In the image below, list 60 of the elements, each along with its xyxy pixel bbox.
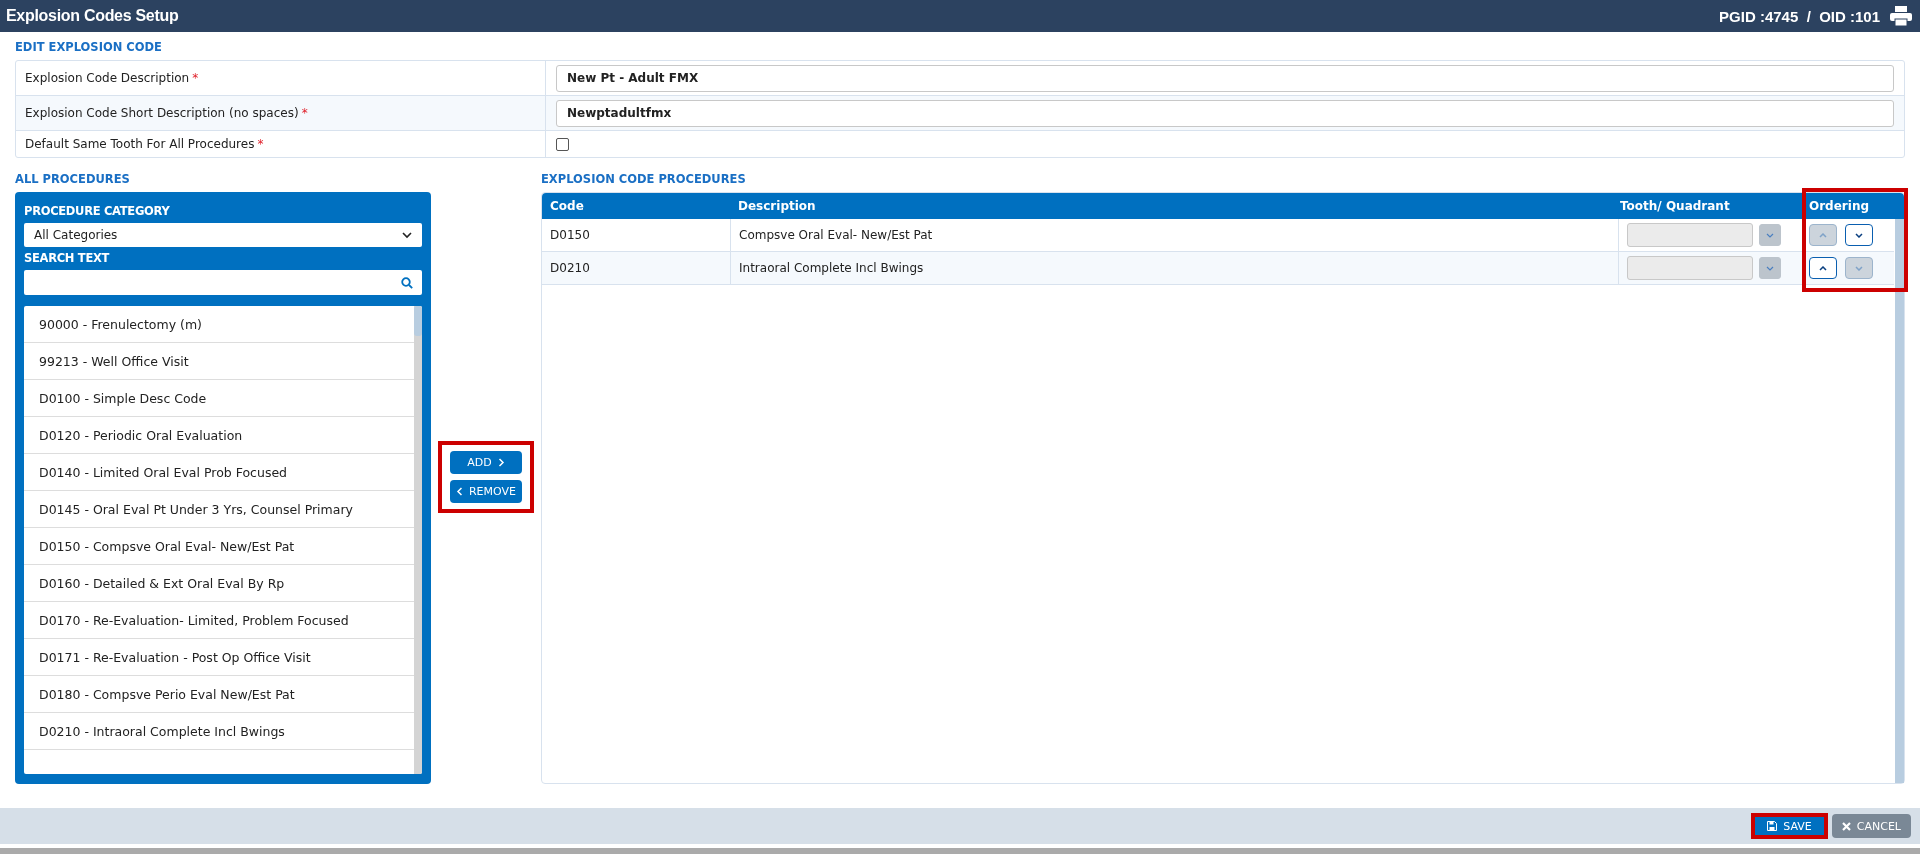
- chevron-down-icon: [1766, 265, 1774, 271]
- procedure-item[interactable]: D0145 - Oral Eval Pt Under 3 Yrs, Counsel Primary: [24, 491, 414, 528]
- page-ids: PGID :4745 / OID :101: [1719, 7, 1880, 25]
- search-field[interactable]: [24, 270, 422, 295]
- remove-button[interactable]: REMOVE: [450, 480, 522, 503]
- procedure-item[interactable]: D0180 - Compsve Perio Eval New/Est Pat: [24, 676, 414, 713]
- chevron-down-icon: [1855, 232, 1863, 238]
- scrollbar[interactable]: [414, 306, 422, 774]
- save-button[interactable]: SAVE: [1755, 817, 1824, 835]
- cancel-button[interactable]: CANCEL: [1831, 814, 1911, 838]
- column-header: Tooth/ Quadrant: [1619, 198, 1731, 215]
- field-label: Explosion Code Description: [25, 71, 190, 85]
- add-button[interactable]: ADD: [450, 451, 522, 474]
- procedure-item[interactable]: D0140 - Limited Oral Eval Prob Focused: [24, 454, 414, 491]
- column-header: Description: [737, 198, 817, 215]
- procedure-item[interactable]: D0160 - Detailed & Ext Oral Eval By Rp: [24, 565, 414, 602]
- table-cell: Intraoral Complete Incl Bwings: [731, 252, 1619, 284]
- move-down-button[interactable]: [1845, 224, 1873, 246]
- required-mark: *: [301, 106, 308, 120]
- chevron-up-icon: [1819, 232, 1827, 238]
- section-title: EDIT EXPLOSION CODE: [15, 39, 163, 56]
- window-title: Explosion Codes Setup: [6, 7, 179, 25]
- chevron-down-icon: [402, 231, 412, 239]
- procedure-item[interactable]: D0120 - Periodic Oral Evaluation: [24, 417, 414, 454]
- dropdown-button[interactable]: [1759, 224, 1781, 246]
- scrollbar[interactable]: [1895, 219, 1904, 783]
- field-label: Explosion Code Short Description (no spaces): [25, 106, 299, 120]
- column-header: Ordering: [1808, 198, 1870, 215]
- category-label: PROCEDURE CATEGORY: [24, 203, 171, 220]
- category-dropdown[interactable]: All Categories: [24, 223, 422, 247]
- procedure-item[interactable]: D0100 - Simple Desc Code: [24, 380, 414, 417]
- chevron-down-icon: [1766, 232, 1774, 238]
- procedure-item[interactable]: D0150 - Compsve Oral Eval- New/Est Pat: [24, 528, 414, 565]
- chevron-down-icon: [1855, 265, 1863, 271]
- table-cell: D0210: [542, 252, 731, 284]
- chevron-right-icon: [497, 458, 505, 467]
- chevron-up-icon: [1819, 265, 1827, 271]
- procedure-item[interactable]: D0210 - Intraoral Complete Incl Bwings: [24, 713, 414, 750]
- search-label: SEARCH TEXT: [24, 250, 111, 267]
- procedure-item[interactable]: D0170 - Re-Evaluation- Limited, Problem Focused: [24, 602, 414, 639]
- printer-icon[interactable]: [1890, 6, 1912, 26]
- section-title: EXPLOSION CODE PROCEDURES: [541, 171, 747, 188]
- table-cell: Compsve Oral Eval- New/Est Pat: [731, 219, 1619, 251]
- dropdown-button[interactable]: [1759, 257, 1781, 279]
- column-header: Code: [549, 198, 585, 215]
- required-mark: *: [257, 137, 264, 151]
- move-up-button[interactable]: [1809, 257, 1837, 279]
- required-mark: *: [192, 71, 199, 85]
- table-cell: D0150: [542, 219, 731, 251]
- chevron-left-icon: [456, 487, 463, 496]
- procedure-item[interactable]: 99213 - Well Office Visit: [24, 343, 414, 380]
- section-title: ALL PROCEDURES: [15, 171, 131, 188]
- close-icon: [1841, 821, 1851, 831]
- checkbox[interactable]: [556, 137, 569, 151]
- procedure-item[interactable]: D0171 - Re-Evaluation - Post Op Office Visit: [24, 639, 414, 676]
- input-field[interactable]: Newptadultfmx: [556, 99, 1894, 127]
- procedure-item[interactable]: 90000 - Frenulectomy (m): [24, 306, 414, 343]
- field-label: Default Same Tooth For All Procedures: [25, 137, 255, 151]
- input-field[interactable]: New Pt - Adult FMX: [556, 64, 1894, 92]
- search-icon: [401, 276, 413, 289]
